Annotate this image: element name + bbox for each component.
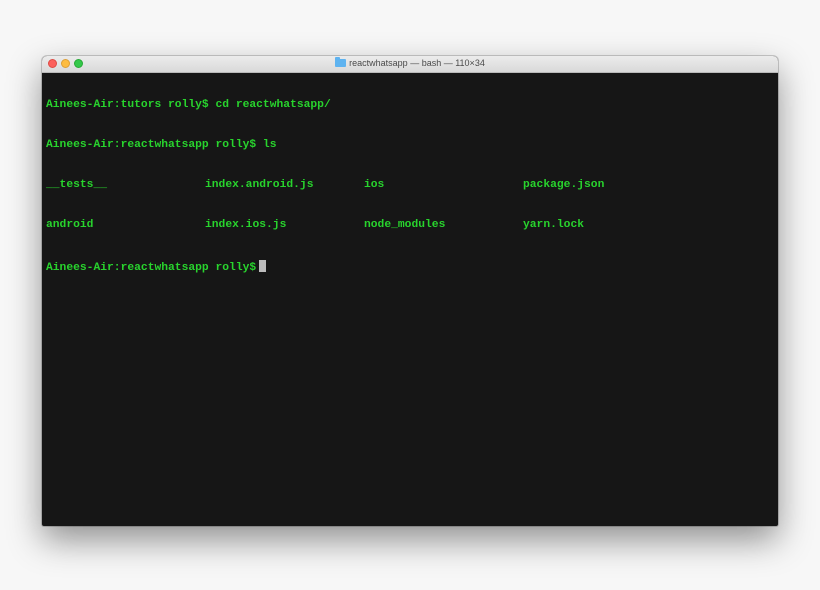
- listing-entry: package.json: [523, 179, 605, 192]
- command-line: Ainees-Air:tutors rolly$ cd reactwhatsap…: [46, 98, 331, 111]
- listing-entry: __tests__: [46, 179, 108, 192]
- prompt-line[interactable]: Ainees-Air:reactwhatsapp rolly$: [46, 259, 774, 274]
- title-bar[interactable]: reactwhatsapp — bash — 110×34: [42, 56, 778, 73]
- listing-entry: index.ios.js: [205, 219, 287, 232]
- listing-row: __tests__ index.android.js ios package.j…: [46, 179, 774, 192]
- window-title: reactwhatsapp — bash — 110×34: [42, 57, 778, 69]
- prompt-text: Ainees-Air:reactwhatsapp rolly$: [46, 261, 257, 274]
- listing-entry: node_modules: [364, 219, 446, 232]
- listing-row: android index.ios.js node_modules yarn.l…: [46, 219, 774, 232]
- text-cursor: [259, 259, 267, 272]
- listing-entry: android: [46, 219, 94, 232]
- listing-entry: yarn.lock: [523, 219, 585, 232]
- folder-icon: [335, 57, 347, 67]
- window-title-text: reactwhatsapp — bash — 110×34: [349, 58, 485, 68]
- listing-entry: index.android.js: [205, 179, 314, 192]
- terminal-output[interactable]: Ainees-Air:tutors rolly$ cd reactwhatsap…: [46, 72, 774, 526]
- terminal-window: reactwhatsapp — bash — 110×34 Ainees-Air…: [42, 56, 778, 526]
- listing-entry: ios: [364, 179, 385, 192]
- command-line: Ainees-Air:reactwhatsapp rolly$ ls: [46, 139, 277, 152]
